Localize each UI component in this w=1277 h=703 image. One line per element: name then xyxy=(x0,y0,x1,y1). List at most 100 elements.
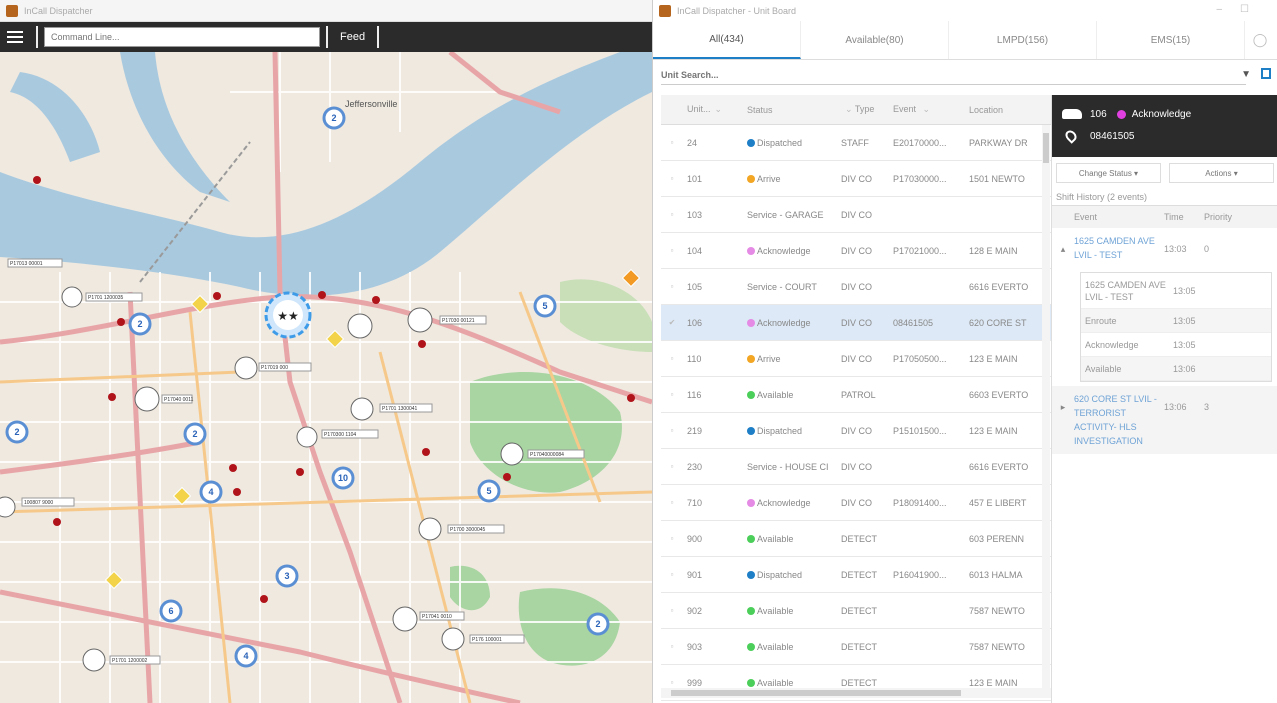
history-event[interactable]: 1625 CAMDEN AVE LVIL - TEST xyxy=(1074,234,1164,262)
status-dot-icon xyxy=(747,534,755,543)
row-checkbox[interactable]: ▫ xyxy=(661,570,683,579)
vertical-scrollbar[interactable] xyxy=(1042,125,1050,690)
search-row: ▼ xyxy=(653,60,1277,90)
column-chooser-icon[interactable] xyxy=(1261,68,1271,79)
row-location: 128 E MAIN xyxy=(969,245,1018,256)
svg-text:6: 6 xyxy=(168,606,173,616)
row-event: E20170000... xyxy=(893,137,947,148)
map-canvas[interactable]: Jeffersonville 2 2 5 2 2 4 10 5 3 6 2 4 … xyxy=(0,52,652,703)
row-location: 457 E LIBERT xyxy=(969,497,1027,508)
table-row[interactable]: ▫ 219 Dispatched DIV CO P15101500... 123 E MA… xyxy=(661,413,1051,449)
row-unit: 219 xyxy=(687,425,703,436)
history-row[interactable]: ▴ 1625 CAMDEN AVE LVIL - TEST 13:03 0 xyxy=(1052,228,1277,268)
row-checkbox[interactable]: ▫ xyxy=(661,642,683,651)
history-time: 13:06 xyxy=(1164,402,1187,412)
history-row[interactable]: ▸ 620 CORE ST LVIL - TERRORIST ACTIVITY-… xyxy=(1052,386,1277,454)
unit-board-window: InCall Dispatcher - Unit Board –☐ All(43… xyxy=(652,0,1277,703)
app-logo-icon xyxy=(6,4,18,17)
filter-icon[interactable]: ▼ xyxy=(1241,69,1251,80)
tab-ems[interactable]: EMS(15) xyxy=(1097,21,1245,59)
row-status: Arrive xyxy=(747,354,841,364)
unit-board-title: InCall Dispatcher - Unit Board xyxy=(677,6,797,16)
unit-search-input[interactable] xyxy=(661,65,1246,85)
table-row[interactable]: ▫ 104 Acknowledge DIV CO P17021000... 128 E M… xyxy=(661,233,1051,269)
command-line-input[interactable] xyxy=(44,27,320,47)
row-checkbox[interactable]: ▫ xyxy=(661,534,683,543)
row-checkbox[interactable]: ▫ xyxy=(661,606,683,615)
row-status: Service - HOUSE CI xyxy=(747,461,829,472)
table-row[interactable]: ▫ 101 Arrive DIV CO P17030000... 1501 NEWTO xyxy=(661,161,1051,197)
collapse-icon[interactable]: ▴ xyxy=(1052,234,1074,262)
svg-text:P1701 1300041: P1701 1300041 xyxy=(382,406,418,412)
svg-text:5: 5 xyxy=(542,301,547,311)
row-unit: 104 xyxy=(687,245,703,256)
row-status: Available xyxy=(747,390,841,400)
toolbar-divider xyxy=(36,26,38,48)
table-row[interactable]: ▫ 710 Acknowledge DIV CO P18091400... 457 E L… xyxy=(661,485,1051,521)
svg-text:P17013 00001: P17013 00001 xyxy=(10,261,43,267)
maximize-button[interactable]: ☐ xyxy=(1240,4,1267,15)
row-checkbox[interactable]: ✔ xyxy=(661,318,683,327)
svg-text:P17019 000: P17019 000 xyxy=(261,365,288,371)
tab-available[interactable]: Available(80) xyxy=(801,21,949,59)
row-checkbox[interactable]: ▫ xyxy=(661,426,683,435)
tab-lmpd[interactable]: LMPD(156) xyxy=(949,21,1097,59)
status-dot-icon xyxy=(747,174,755,183)
window-controls[interactable]: –☐ xyxy=(1216,4,1267,15)
feed-button[interactable]: Feed xyxy=(334,31,371,43)
row-checkbox[interactable]: ▫ xyxy=(661,354,683,363)
row-status: Dispatched xyxy=(747,426,841,436)
row-checkbox[interactable]: ▫ xyxy=(661,390,683,399)
table-row[interactable]: ▫ 900 Available DETECT 603 PERENN xyxy=(661,521,1051,557)
history-event[interactable]: 620 CORE ST LVIL - TERRORIST ACTIVITY- H… xyxy=(1074,392,1164,448)
table-row[interactable]: ▫ 903 Available DETECT 7587 NEWTO xyxy=(661,629,1051,665)
row-location: 6616 EVERTO xyxy=(969,281,1029,292)
col-status[interactable]: Status xyxy=(747,105,841,115)
table-row[interactable]: ▫ 901 Dispatched DETECT P16041900... 6013 HAL… xyxy=(661,557,1051,593)
svg-text:P1701 1200002: P1701 1200002 xyxy=(112,658,148,664)
col-unit[interactable]: Unit... ⌄ xyxy=(683,104,747,115)
row-event: P17030000... xyxy=(893,173,947,184)
row-status: Available xyxy=(747,606,841,616)
table-row[interactable]: ▫ 105 Service - COURT DIV CO 6616 EVERTO xyxy=(661,269,1051,305)
tab-all[interactable]: All(434) xyxy=(653,21,801,59)
map-toolbar: Feed xyxy=(0,22,652,52)
row-checkbox[interactable]: ▫ xyxy=(661,138,683,147)
history-header: Event Time Priority xyxy=(1052,206,1277,228)
table-row[interactable]: ▫ 110 Arrive DIV CO P17050500... 123 E MAIN xyxy=(661,341,1051,377)
shift-history-title: Shift History (2 events) xyxy=(1052,189,1277,206)
table-row[interactable]: ✔ 106 Acknowledge DIV CO 08461505 620 CORE ST xyxy=(661,305,1051,341)
table-row[interactable]: ▫ 116 Available PATROL 6603 EVERTO xyxy=(661,377,1051,413)
detail-event[interactable]: 08461505 xyxy=(1090,131,1135,142)
row-checkbox[interactable]: ▫ xyxy=(661,678,683,687)
table-row[interactable]: ▫ 24 Dispatched STAFF E20170000... PARKWAY DR xyxy=(661,125,1051,161)
minimize-button[interactable]: – xyxy=(1216,4,1240,15)
row-checkbox[interactable]: ▫ xyxy=(661,174,683,183)
table-row[interactable]: ▫ 103 Service - GARAGE DIV CO xyxy=(661,197,1051,233)
row-checkbox[interactable]: ▫ xyxy=(661,210,683,219)
toolbar-divider xyxy=(377,26,380,48)
row-unit: 110 xyxy=(687,353,702,364)
expand-icon[interactable]: ▸ xyxy=(1052,392,1074,448)
status-dot-icon xyxy=(747,642,755,651)
change-status-button[interactable]: Change Status ▾ xyxy=(1056,163,1161,183)
row-checkbox[interactable]: ▫ xyxy=(661,498,683,507)
row-checkbox[interactable]: ▫ xyxy=(661,246,683,255)
row-location: 620 CORE ST xyxy=(969,317,1027,328)
row-checkbox[interactable]: ▫ xyxy=(661,282,683,291)
tab-scroll-icon[interactable]: ◯ xyxy=(1245,21,1275,59)
table-row[interactable]: ▫ 902 Available DETECT 7587 NEWTO xyxy=(661,593,1051,629)
unit-grid: Unit... ⌄ Status ⌄ Type Event ⌄ Location … xyxy=(661,95,1051,703)
svg-text:★★: ★★ xyxy=(277,309,299,323)
col-event[interactable]: Event ⌄ xyxy=(893,104,969,115)
row-status: Arrive xyxy=(747,174,841,184)
river-inlet xyxy=(120,52,230,202)
menu-icon[interactable] xyxy=(0,22,30,52)
col-location[interactable]: Location xyxy=(969,105,1043,115)
row-checkbox[interactable]: ▫ xyxy=(661,462,683,471)
table-row[interactable]: ▫ 230 Service - HOUSE CI DIV CO 6616 EVERTO xyxy=(661,449,1051,485)
horizontal-scrollbar[interactable] xyxy=(661,688,1051,698)
actions-button[interactable]: Actions ▾ xyxy=(1169,163,1274,183)
col-type[interactable]: ⌄ Type xyxy=(841,104,893,115)
row-location: 6603 EVERTO xyxy=(969,389,1029,400)
